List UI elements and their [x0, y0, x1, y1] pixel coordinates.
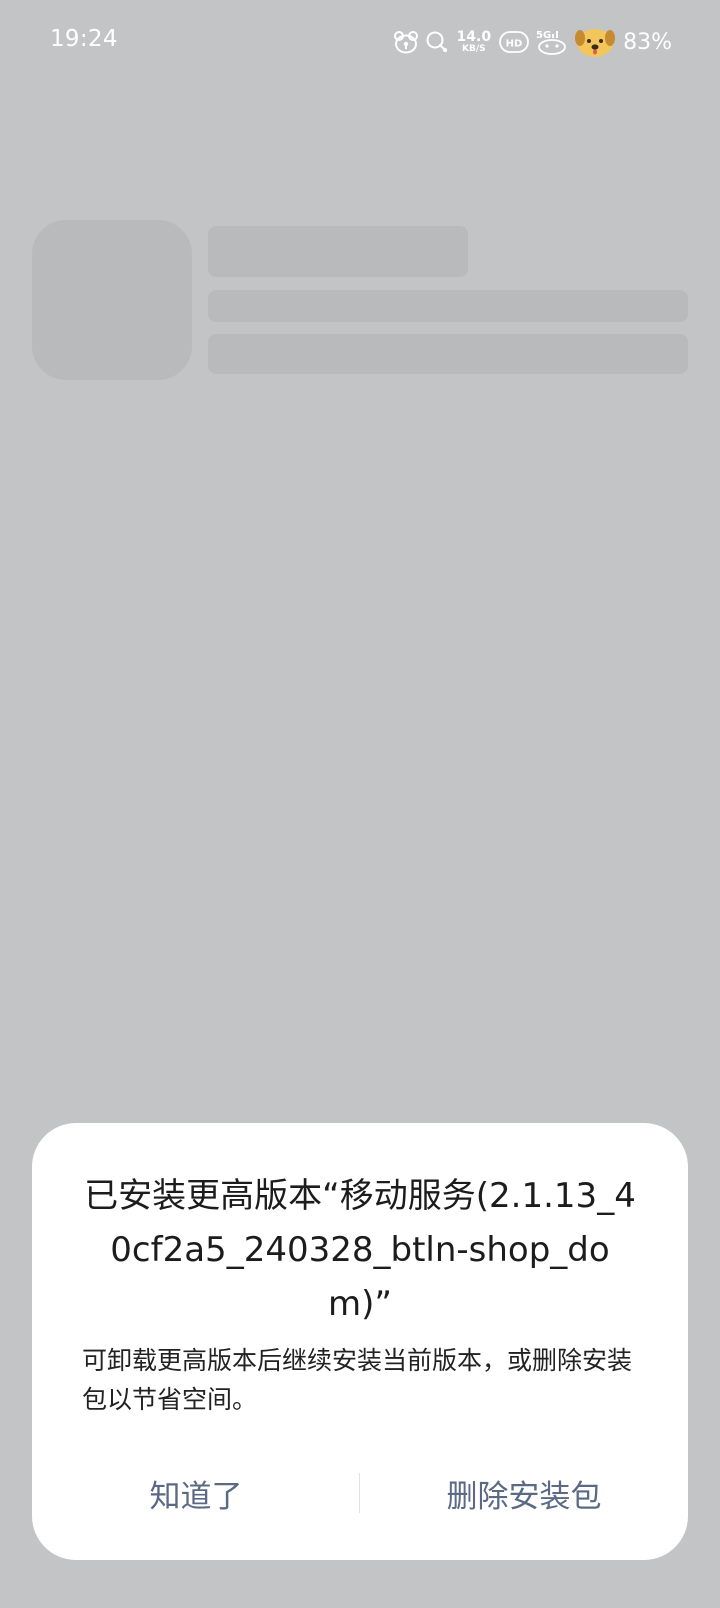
signal-5g-icon: 5G: [535, 28, 569, 56]
app-name-placeholder: [208, 226, 468, 277]
notification-bear-icon: [393, 30, 419, 54]
install-conflict-dialog: 已安装更高版本“移动服务(2.1.13_40cf2a5_240328_btln-…: [32, 1123, 688, 1560]
status-bar: 19:24 14.0 KB/S HD 5G 83%: [0, 0, 720, 86]
chat-bubble-icon: [425, 30, 449, 54]
net-speed-value: 14.0: [456, 29, 492, 45]
app-detail-placeholder: [208, 334, 688, 374]
app-icon-placeholder: [32, 220, 192, 380]
dialog-title: 已安装更高版本“移动服务(2.1.13_40cf2a5_240328_btln-…: [84, 1176, 636, 1324]
app-info-placeholder: [208, 290, 688, 322]
status-icons: 14.0 KB/S HD 5G 83%: [393, 24, 672, 60]
got-it-button[interactable]: 知道了: [32, 1453, 360, 1533]
dog-mascot-battery-icon: [575, 26, 616, 58]
battery-percent: 83%: [623, 29, 672, 55]
hd-badge-text: HD: [506, 39, 523, 50]
hd-voice-icon: HD: [499, 31, 529, 53]
status-time: 19:24: [50, 26, 118, 52]
dialog-message: 可卸载更高版本后继续安装当前版本，或删除安装包以节省空间。: [82, 1346, 633, 1414]
net-speed-indicator: 14.0 KB/S: [457, 30, 492, 54]
net-speed-unit: KB/S: [462, 44, 486, 54]
dialog-button-bar: 知道了 删除安装包: [32, 1453, 688, 1533]
delete-package-button[interactable]: 删除安装包: [360, 1453, 688, 1533]
